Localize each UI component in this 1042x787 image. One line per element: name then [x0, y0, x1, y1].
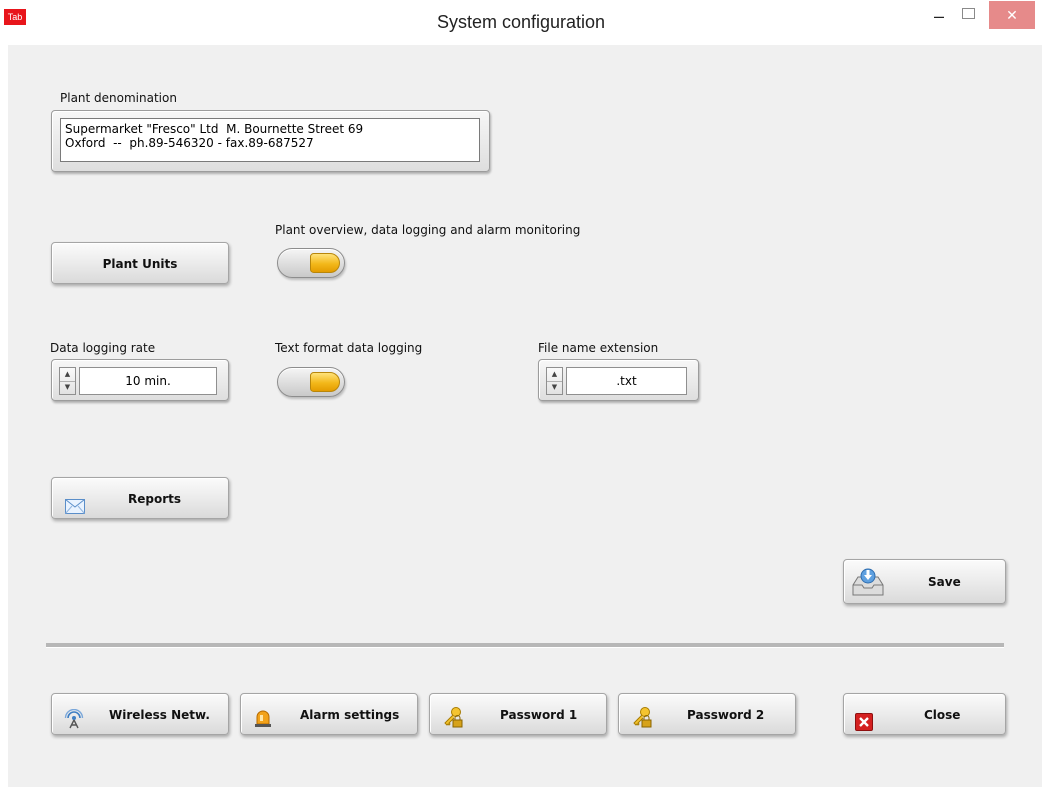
- toggle-knob: [310, 253, 340, 273]
- plant-overview-toggle[interactable]: [277, 248, 345, 278]
- key-lock-icon: [442, 703, 464, 745]
- plant-units-button[interactable]: Plant Units: [51, 242, 229, 284]
- data-logging-rate-label: Data logging rate: [50, 341, 156, 355]
- close-label: Close: [924, 708, 961, 722]
- minimize-button[interactable]: –: [928, 6, 950, 26]
- password-2-label: Password 2: [687, 708, 765, 722]
- plant-denomination-label: Plant denomination: [60, 91, 177, 105]
- spin-down-icon[interactable]: ▼: [60, 381, 75, 394]
- antenna-icon: [64, 704, 84, 746]
- data-logging-rate-value[interactable]: 10 min.: [79, 367, 217, 395]
- text-format-logging-toggle[interactable]: [277, 367, 345, 397]
- separator: [46, 643, 1004, 648]
- password-2-button[interactable]: Password 2: [618, 693, 796, 735]
- window-close-button[interactable]: ✕: [989, 1, 1035, 29]
- file-name-extension-label: File name extension: [538, 341, 659, 355]
- save-label: Save: [928, 575, 961, 589]
- plant-denomination-line-1: Supermarket "Fresco" Ltd M. Bournette St…: [65, 122, 364, 136]
- title-bar: Tab System configuration – ✕: [0, 0, 1042, 45]
- close-x-icon: [855, 706, 873, 748]
- alarm-beacon-icon: [253, 703, 273, 745]
- plant-denomination-line-2: Oxford -- ph.89-546320 - fax.89-687527: [65, 136, 314, 150]
- data-logging-rate-control: ▲ ▼ 10 min.: [51, 359, 229, 401]
- alarm-settings-button[interactable]: Alarm settings: [240, 693, 418, 735]
- text-format-logging-label: Text format data logging: [275, 341, 423, 355]
- toggle-knob: [310, 372, 340, 392]
- spin-up-icon[interactable]: ▲: [60, 368, 75, 382]
- close-button[interactable]: Close: [843, 693, 1006, 735]
- spin-down-icon[interactable]: ▼: [547, 381, 562, 394]
- reports-button[interactable]: Reports: [51, 477, 229, 519]
- spin-up-icon[interactable]: ▲: [547, 368, 562, 382]
- envelope-icon: [65, 489, 85, 531]
- window-title: System configuration: [436, 12, 606, 32]
- key-lock-icon: [631, 703, 653, 745]
- password-1-label: Password 1: [500, 708, 578, 722]
- file-name-extension-spinner[interactable]: ▲ ▼: [546, 367, 563, 395]
- wireless-network-label: Wireless Netw.: [109, 708, 210, 722]
- file-name-extension-value[interactable]: .txt: [566, 367, 687, 395]
- wireless-network-button[interactable]: Wireless Netw.: [51, 693, 229, 735]
- plant-overview-label: Plant overview, data logging and alarm m…: [275, 223, 581, 237]
- save-button[interactable]: Save: [843, 559, 1006, 604]
- password-1-button[interactable]: Password 1: [429, 693, 607, 735]
- save-tray-icon: [850, 565, 886, 618]
- data-logging-rate-spinner[interactable]: ▲ ▼: [59, 367, 76, 395]
- alarm-settings-label: Alarm settings: [300, 708, 400, 722]
- plant-denomination-frame: Supermarket "Fresco" Ltd M. Bournette St…: [51, 110, 490, 172]
- reports-label: Reports: [128, 492, 182, 506]
- maximize-button[interactable]: [962, 8, 975, 19]
- config-panel: Plant denomination Supermarket "Fresco" …: [8, 45, 1042, 787]
- plant-denomination-field[interactable]: Supermarket "Fresco" Ltd M. Bournette St…: [60, 118, 480, 162]
- plant-units-label: Plant Units: [102, 257, 178, 271]
- file-name-extension-control: ▲ ▼ .txt: [538, 359, 699, 401]
